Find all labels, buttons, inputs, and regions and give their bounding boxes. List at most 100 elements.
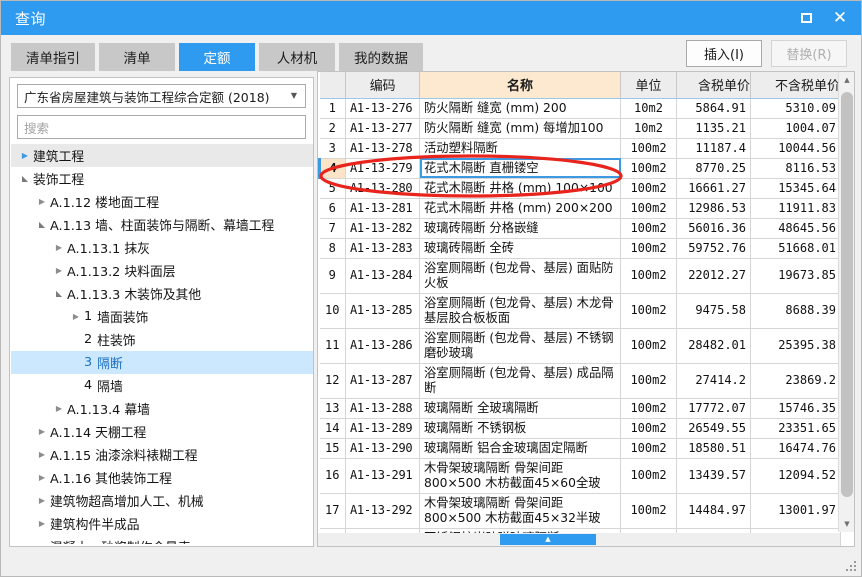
horizontal-scrollbar[interactable]: ▲ <box>318 533 840 546</box>
cell-code[interactable]: A1-13-290 <box>345 438 420 459</box>
cell-code[interactable]: A1-13-284 <box>345 258 420 294</box>
resize-grip[interactable] <box>846 561 858 573</box>
cell-name[interactable]: 浴室厕隔断 (包龙骨、基层) 木龙骨基层胶合板板面 <box>419 293 621 329</box>
cell-index[interactable]: 4 <box>318 158 346 179</box>
cell-code[interactable]: A1-13-276 <box>345 98 420 119</box>
scroll-down-icon[interactable]: ▼ <box>839 516 854 532</box>
tree-item[interactable]: 3 隔断 <box>11 351 313 374</box>
cell-price-taxed[interactable]: 13439.57 <box>676 458 751 494</box>
tree-expand-arrow-icon[interactable]: ▶ <box>34 535 50 544</box>
cell-unit[interactable]: 100m2 <box>620 493 677 529</box>
cell-price-untaxed[interactable]: 8688.39 <box>750 293 841 329</box>
tree-item[interactable]: ◢ 装饰工程 <box>11 167 313 190</box>
cell-unit[interactable]: 100m2 <box>620 198 677 219</box>
standard-select[interactable]: 广东省房屋建筑与装饰工程综合定额 (2018) ▼ <box>17 84 306 108</box>
column-header-price-taxed[interactable]: 含税单价 <box>676 72 751 99</box>
cell-name[interactable]: 玻璃隔断 全玻璃隔断 <box>419 398 621 419</box>
cell-name[interactable]: 木骨架玻璃隔断 骨架间距800×500 木枋截面45×60全玻 <box>419 458 621 494</box>
cell-price-taxed[interactable]: 59752.76 <box>676 238 751 259</box>
cell-price-untaxed[interactable]: 15746.35 <box>750 398 841 419</box>
cell-index[interactable]: 15 <box>319 438 346 459</box>
cell-price-untaxed[interactable]: 8116.53 <box>750 158 841 179</box>
cell-price-taxed[interactable]: 1135.21 <box>676 118 751 139</box>
cell-index[interactable]: 9 <box>319 258 346 294</box>
cell-name[interactable]: 防火隔断 缝宽 (mm) 200 <box>419 98 621 119</box>
cell-unit[interactable]: 100m2 <box>620 258 677 294</box>
table-row[interactable]: 1 A1-13-276 防火隔断 缝宽 (mm) 200 10m2 5864.91 531… <box>319 98 841 119</box>
cell-price-untaxed[interactable]: 11911.83 <box>750 198 841 219</box>
cell-unit[interactable]: 100m2 <box>620 293 677 329</box>
cell-name[interactable]: 浴室厕隔断 (包龙骨、基层) 面贴防火板 <box>419 258 621 294</box>
cell-name[interactable]: 花式木隔断 直栅镂空 <box>419 158 621 179</box>
table-row[interactable]: 15 A1-13-290 玻璃隔断 铝合金玻璃固定隔断 100m2 18580.51 16… <box>319 438 841 459</box>
cell-index[interactable]: 13 <box>319 398 346 419</box>
cell-price-taxed[interactable]: 18580.51 <box>676 438 751 459</box>
cell-price-untaxed[interactable]: 23351.65 <box>750 418 841 439</box>
cell-name[interactable]: 防火隔断 缝宽 (mm) 每增加100 <box>419 118 621 139</box>
cell-index[interactable]: 8 <box>319 238 346 259</box>
cell-code[interactable]: A1-13-291 <box>345 458 420 494</box>
column-header-unit[interactable]: 单位 <box>620 72 677 99</box>
cell-code[interactable]: A1-13-280 <box>345 178 420 199</box>
tree-collapse-arrow-icon[interactable]: ◢ <box>34 213 50 236</box>
cell-unit[interactable]: 10m2 <box>620 118 677 139</box>
tree-item[interactable]: ▶ A.1.14 天棚工程 <box>11 420 313 443</box>
cell-code[interactable]: A1-13-281 <box>345 198 420 219</box>
cell-price-taxed[interactable]: 12986.53 <box>676 198 751 219</box>
tree-item[interactable]: ◢ A.1.13.3 木装饰及其他 <box>11 282 313 305</box>
cell-name[interactable]: 花式木隔断 井格 (mm) 200×200 <box>419 198 621 219</box>
maximize-button[interactable] <box>789 3 823 33</box>
tree-expand-arrow-icon[interactable]: ▶ <box>51 259 67 282</box>
table-row[interactable]: 3 A1-13-278 活动塑料隔断 100m2 11187.4 10044.56 <box>319 138 841 159</box>
cell-price-taxed[interactable]: 14484.97 <box>676 493 751 529</box>
cell-code[interactable]: A1-13-288 <box>345 398 420 419</box>
cell-unit[interactable]: 100m2 <box>620 218 677 239</box>
tree-item[interactable]: ▶ 1 墙面装饰 <box>11 305 313 328</box>
table-row[interactable]: 6 A1-13-281 花式木隔断 井格 (mm) 200×200 100m2 1298… <box>319 198 841 219</box>
cell-price-taxed[interactable]: 26549.55 <box>676 418 751 439</box>
cell-name[interactable]: 玻璃砖隔断 分格嵌缝 <box>419 218 621 239</box>
tree-expand-arrow-icon[interactable]: ▶ <box>34 512 50 535</box>
tree-item[interactable]: 2 柱装饰 <box>11 328 313 351</box>
tree-expand-arrow-icon[interactable]: ▶ <box>34 466 50 489</box>
cell-unit[interactable]: 100m2 <box>620 458 677 494</box>
vertical-scrollbar[interactable]: ▲ ▼ <box>838 72 854 532</box>
cell-code[interactable]: A1-13-279 <box>345 158 420 179</box>
cell-name[interactable]: 木骨架玻璃隔断 骨架间距800×500 木枋截面45×32半玻 <box>419 493 621 529</box>
tab-qingdan[interactable]: 清单 <box>99 43 175 71</box>
cell-name[interactable]: 玻璃砖隔断 全砖 <box>419 238 621 259</box>
cell-code[interactable]: A1-13-286 <box>345 328 420 364</box>
tree-item[interactable]: ▶ A.1.16 其他装饰工程 <box>11 466 313 489</box>
table-row[interactable]: 11 A1-13-286 浴室厕隔断 (包龙骨、基层) 不锈钢磨砂玻璃 100m2 28… <box>319 328 841 364</box>
close-button[interactable]: ✕ <box>823 3 857 33</box>
cell-name[interactable]: 浴室厕隔断 (包龙骨、基层) 成品隔断 <box>419 363 621 399</box>
tree-item[interactable]: ▶ 建筑工程 <box>11 144 313 167</box>
cell-unit[interactable]: 100m2 <box>620 158 677 179</box>
column-header-price-untaxed[interactable]: 不含税单价 <box>750 72 841 99</box>
cell-unit[interactable]: 100m2 <box>620 328 677 364</box>
cell-price-untaxed[interactable]: 1004.07 <box>750 118 841 139</box>
cell-price-taxed[interactable]: 27414.2 <box>676 363 751 399</box>
cell-price-untaxed[interactable]: 48645.56 <box>750 218 841 239</box>
tree-expand-arrow-icon[interactable]: ▶ <box>68 305 84 328</box>
cell-price-taxed[interactable]: 16661.27 <box>676 178 751 199</box>
tab-rencaiji[interactable]: 人材机 <box>259 43 335 71</box>
tree-item[interactable]: ▶ 建筑构件半成品 <box>11 512 313 535</box>
cell-index[interactable]: 7 <box>319 218 346 239</box>
table-row[interactable]: 5 A1-13-280 花式木隔断 井格 (mm) 100×100 100m2 1666… <box>319 178 841 199</box>
insert-button[interactable]: 插入(I) <box>686 40 762 67</box>
cell-price-untaxed[interactable]: 23869.2 <box>750 363 841 399</box>
cell-price-taxed[interactable]: 28482.01 <box>676 328 751 364</box>
horizontal-scroll-thumb[interactable]: ▲ <box>500 534 596 545</box>
tree-item[interactable]: ▶ A.1.12 楼地面工程 <box>11 190 313 213</box>
cell-index[interactable]: 16 <box>319 458 346 494</box>
table-row[interactable]: 2 A1-13-277 防火隔断 缝宽 (mm) 每增加100 10m2 1135.21… <box>319 118 841 139</box>
cell-price-taxed[interactable]: 56016.36 <box>676 218 751 239</box>
tab-my-data[interactable]: 我的数据 <box>339 43 423 71</box>
cell-name[interactable]: 玻璃隔断 不锈钢板 <box>419 418 621 439</box>
cell-price-untaxed[interactable]: 5310.09 <box>750 98 841 119</box>
tree-expand-arrow-icon[interactable]: ▶ <box>34 420 50 443</box>
cell-code[interactable]: A1-13-285 <box>345 293 420 329</box>
tree-expand-arrow-icon[interactable]: ▶ <box>17 144 33 167</box>
cell-unit[interactable]: 100m2 <box>620 398 677 419</box>
